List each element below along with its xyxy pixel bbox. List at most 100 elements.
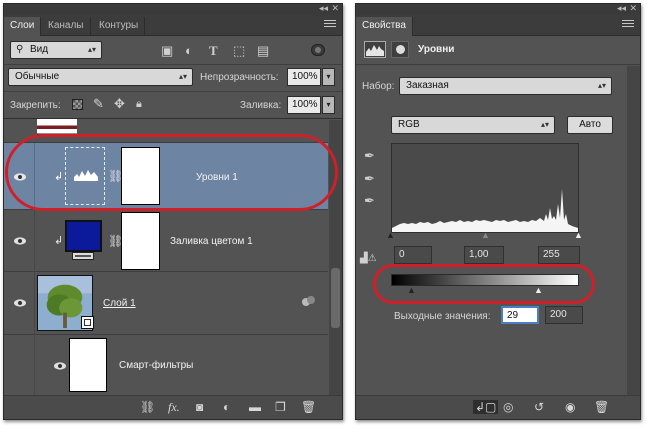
input-gamma-slider[interactable]: ▲ [481,230,490,240]
levels-adjustment-icon[interactable] [364,41,386,58]
histogram [391,143,579,233]
layer-row-smart-filters[interactable]: Смарт-фильтры [4,335,328,397]
clip-to-layer-icon[interactable]: ↲▢ [473,400,499,414]
mask-icon-circle [396,45,405,54]
histogram-graph [392,189,578,232]
input-black-value[interactable]: 0 [394,246,432,264]
trash-icon[interactable]: 🗑︎ [594,400,609,414]
preset-label: Набор: [362,81,395,92]
visibility-eye-icon[interactable]: ◉ [565,400,575,414]
properties-footer: ↲▢ ◎ ↺ ◉ 🗑︎ [356,395,640,419]
channel-value: RGB [398,119,420,130]
channel-select[interactable]: RGB ▴▾ [391,116,555,134]
chevron-updown-icon: ▴▾ [597,81,606,90]
output-white-value[interactable]: 200 [545,306,583,324]
close-panel-icon[interactable]: ✕ [629,4,637,14]
tab-properties[interactable]: Свойства [356,17,413,36]
divider [4,64,342,65]
new-adjustment-icon[interactable]: ◐ [223,400,230,414]
layer-name[interactable]: Заливка цветом 1 [170,236,253,247]
input-white-value[interactable]: 255 [538,246,580,264]
panel-title-bar: ◂◂ ✕ [356,4,640,15]
highlight-oval-levels-layer [5,134,338,211]
fill-dropdown-button[interactable]: ▾ [322,96,335,114]
input-white-slider[interactable]: ▲ [574,230,583,240]
blend-mode-select[interactable]: Обычные ▴▾ [8,68,193,86]
lock-label: Закрепить: [10,100,61,111]
input-gamma-value[interactable]: 1,00 [464,246,504,264]
filter-smart-object-icon[interactable]: ▤ [257,44,269,58]
filter-toggle[interactable] [311,44,325,56]
fx-icon[interactable]: fx. [168,400,180,415]
add-mask-icon[interactable]: ◙ [196,400,203,414]
preset-select[interactable]: Заказная ▴▾ [399,77,612,95]
gray-point-eyedropper-icon[interactable]: ✒ [364,172,375,186]
levels-histogram-icon [366,45,384,56]
eye-icon[interactable] [53,359,67,373]
divider [34,335,35,397]
trash-icon[interactable]: 🗑︎ [301,400,316,414]
filter-mask-thumbnail[interactable] [69,338,107,392]
adjustment-title: Уровни [418,44,455,55]
eye-icon[interactable] [13,234,27,248]
clipping-warning-icon[interactable]: ▟⚠ [360,252,377,266]
output-black-value[interactable]: 29 [501,306,539,324]
lock-all-icon[interactable]: 🔒︎ [136,97,142,111]
layer-filter-value: Вид [30,44,49,55]
divider [34,272,35,335]
input-slider-track: ▲ ▲ ▲ [386,230,583,240]
white-point-eyedropper-icon[interactable]: ✒ [364,194,375,208]
new-layer-icon[interactable]: ❐ [275,400,286,414]
panel-menu-icon[interactable] [324,20,336,30]
opacity-dropdown-button[interactable]: ▾ [322,68,335,86]
close-panel-icon[interactable]: ✕ [331,4,339,14]
panel-title-bar: ◂◂ ✕ [4,4,342,15]
filter-adjustment-icon[interactable]: ◐ [185,44,193,58]
color-fill-thumbnail[interactable] [65,220,102,252]
layer-filter-select[interactable]: ⚲ Вид ▴▾ [10,41,102,59]
lock-brush-icon[interactable]: ✎ [93,97,104,111]
layers-panel: ◂◂ ✕ Слои Каналы Контуры ⚲ Вид ▴▾ ▣ ◐ T … [3,3,343,420]
collapse-icon[interactable]: ◂◂ [319,4,328,14]
input-black-slider[interactable]: ▲ [386,230,395,240]
layer-mask-thumbnail[interactable] [121,212,160,270]
view-previous-state-icon[interactable]: ◎ [503,400,513,414]
search-icon: ⚲ [16,44,24,55]
tab-paths[interactable]: Контуры [93,17,146,36]
tab-channels[interactable]: Каналы [42,17,91,36]
properties-scrollbar[interactable] [627,66,640,395]
filter-toggle-knob [315,47,321,53]
fill-input[interactable]: 100% [287,96,321,114]
panel-menu-icon[interactable] [622,20,634,30]
highlight-oval-output-levels [373,264,595,304]
clipping-arrow-icon: ↲ [54,235,64,247]
filter-type-icon[interactable]: T [209,44,218,58]
filter-shape-icon[interactable]: ⬚ [233,44,245,58]
new-group-icon[interactable]: ▬ [249,400,261,414]
properties-panel: ◂◂ ✕ Свойства Уровни Набор: Заказная ▴▾ … [355,3,641,420]
reset-icon[interactable]: ↺ [534,400,544,414]
auto-button[interactable]: Авто [567,116,613,134]
opacity-input[interactable]: 100% [287,68,321,86]
smart-filters-label: Смарт-фильтры [119,360,194,371]
tab-layers[interactable]: Слои [4,17,42,36]
collapse-icon[interactable]: ◂◂ [617,4,626,14]
layers-tabbar: Слои Каналы Контуры [4,15,342,36]
lock-move-icon[interactable]: ✥ [114,97,125,111]
eye-icon[interactable] [13,296,27,310]
smart-filter-icon[interactable] [302,296,316,307]
layer-name[interactable]: Слой 1 [103,298,136,309]
opacity-label: Непрозрачность: [200,72,279,83]
output-label: Выходные значения: [394,311,491,322]
divider [4,91,342,92]
lock-transparency-icon[interactable] [72,99,83,110]
link-layers-icon[interactable]: ⛓ [140,400,155,414]
black-point-eyedropper-icon[interactable]: ✒ [364,149,375,163]
filter-pixel-icon[interactable]: ▣ [161,44,173,58]
layer-row-color-fill[interactable]: ↲ ⛓ Заливка цветом 1 [4,210,328,272]
fill-type-icon [72,252,94,260]
layer-row-smart-object[interactable]: Слой 1 [4,272,328,335]
scrollbar-thumb[interactable] [331,268,340,328]
mask-icon[interactable] [391,41,409,58]
smart-object-badge-square [84,319,91,326]
